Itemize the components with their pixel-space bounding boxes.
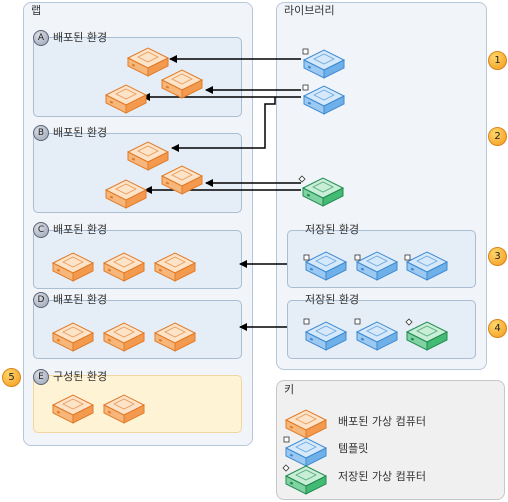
stored-vm-icon <box>407 322 447 350</box>
template-icon <box>407 252 447 280</box>
stored-marker-icon <box>405 318 413 326</box>
template-marker-icon <box>303 254 310 261</box>
template-icon <box>304 50 344 78</box>
deployed-vm-icon <box>106 85 146 113</box>
deployed-vm-icon <box>104 253 144 281</box>
deployed-vm-icon <box>106 180 146 208</box>
arrow-template2-to-b <box>171 97 276 152</box>
template-icon <box>306 252 346 280</box>
deployed-vm-icon <box>104 395 144 423</box>
deployed-vm-icon <box>104 323 144 351</box>
template-marker-icon <box>354 318 361 325</box>
deployed-vm-icon <box>53 395 93 423</box>
stored-vm-icon <box>303 178 343 206</box>
deployed-vm-icon <box>128 48 168 76</box>
template-icon <box>306 322 346 350</box>
deployed-vm-icon <box>53 323 93 351</box>
key-stored-vm-icon <box>286 466 326 494</box>
deployed-vm-icon <box>155 323 195 351</box>
key-stored-marker-icon <box>282 464 290 472</box>
template-icon <box>304 86 344 114</box>
diagram-graphics <box>53 48 447 494</box>
key-template-icon <box>286 438 326 466</box>
key-deployed-vm-icon <box>286 410 326 438</box>
key-template-marker-icon <box>283 436 290 443</box>
template-marker-icon <box>404 254 411 261</box>
diagram: 랩 라이브러리 키 A 배포된 환경 B 배포된 환경 C 배포된 환경 D 배… <box>0 0 508 502</box>
stored-marker-icon <box>298 175 306 183</box>
template-marker-icon <box>303 318 310 325</box>
template-marker-icon <box>354 254 361 261</box>
arrows <box>142 55 301 331</box>
deployed-vm-icon <box>162 70 202 98</box>
template-icon <box>357 322 397 350</box>
template-icon <box>357 252 397 280</box>
template-marker-icon <box>302 48 309 55</box>
deployed-vm-icon <box>128 142 168 170</box>
deployed-vm-icon <box>53 253 93 281</box>
template-marker-icon <box>302 84 309 91</box>
deployed-vm-icon <box>155 253 195 281</box>
